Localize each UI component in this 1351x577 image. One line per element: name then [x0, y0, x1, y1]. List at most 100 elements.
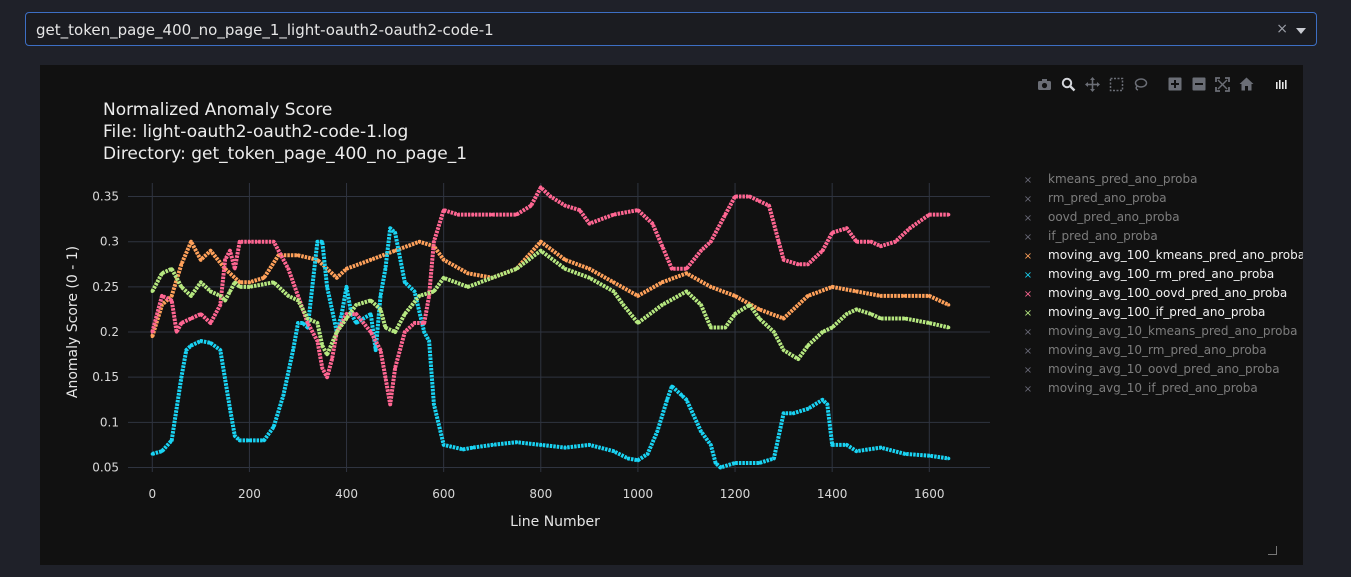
anomaly-score-chart[interactable]: 0 200 400 600 800 1000 1200 1400 1600 0.05 0.1 0.15…: [40, 65, 1305, 565]
data-point[interactable]: [578, 208, 582, 212]
data-point[interactable]: [189, 316, 193, 321]
legend-item-kmeans_pred_ano_proba[interactable]: kmeans_pred_ano_proba: [1048, 172, 1197, 186]
data-point[interactable]: [432, 402, 436, 406]
data-point[interactable]: [223, 258, 227, 262]
data-point[interactable]: [680, 393, 684, 397]
data-point[interactable]: [388, 226, 392, 230]
data-point[interactable]: [869, 312, 873, 316]
data-point[interactable]: [233, 434, 237, 438]
data-point[interactable]: [563, 267, 567, 271]
data-point[interactable]: [442, 276, 446, 280]
data-point[interactable]: [286, 294, 290, 298]
data-point[interactable]: [806, 294, 810, 298]
data-point[interactable]: [723, 213, 727, 217]
legend-item-if_pred_ano_proba[interactable]: if_pred_ano_proba: [1048, 229, 1158, 243]
legend-item-oovd_pred_ano_proba[interactable]: oovd_pred_ano_proba: [1048, 210, 1180, 224]
data-point[interactable]: [748, 194, 752, 199]
data-point[interactable]: [315, 240, 319, 244]
data-point[interactable]: [170, 267, 174, 271]
data-point[interactable]: [830, 231, 834, 235]
legend-item-moving_avg_100_rm_pred_ano_proba[interactable]: moving_avg_100_rm_pred_ano_proba: [1048, 267, 1274, 281]
data-point[interactable]: [879, 446, 883, 450]
data-point[interactable]: [247, 438, 252, 442]
legend-item-moving_avg_10_if_pred_ano_proba[interactable]: moving_avg_10_if_pred_ano_proba: [1048, 381, 1258, 395]
data-point[interactable]: [208, 341, 213, 345]
data-point[interactable]: [442, 258, 446, 262]
data-point[interactable]: [757, 307, 761, 312]
data-point[interactable]: [927, 213, 931, 217]
data-point[interactable]: [199, 339, 203, 343]
data-point[interactable]: [612, 213, 616, 217]
data-point[interactable]: [660, 280, 664, 284]
data-point[interactable]: [655, 429, 659, 433]
data-point[interactable]: [281, 393, 286, 397]
data-point[interactable]: [748, 303, 752, 307]
data-point[interactable]: [767, 203, 771, 208]
data-point[interactable]: [422, 321, 426, 325]
data-point[interactable]: [772, 456, 776, 461]
data-point[interactable]: [393, 249, 397, 253]
data-point[interactable]: [208, 249, 213, 253]
data-point[interactable]: [174, 330, 179, 334]
data-point[interactable]: [179, 375, 184, 379]
data-point[interactable]: [869, 240, 873, 244]
data-point[interactable]: [927, 294, 931, 298]
data-point[interactable]: [757, 199, 761, 203]
data-point[interactable]: [947, 303, 951, 307]
data-point[interactable]: [665, 398, 669, 402]
data-point[interactable]: [233, 280, 237, 284]
data-point[interactable]: [184, 348, 188, 352]
data-point[interactable]: [272, 280, 276, 284]
data-point[interactable]: [189, 294, 193, 298]
data-point[interactable]: [189, 343, 193, 348]
data-point[interactable]: [782, 258, 786, 262]
data-point[interactable]: [587, 222, 591, 226]
data-point[interactable]: [179, 262, 184, 266]
data-point[interactable]: [272, 425, 276, 429]
data-point[interactable]: [699, 429, 703, 433]
data-point[interactable]: [636, 208, 640, 212]
data-point[interactable]: [636, 294, 640, 298]
data-point[interactable]: [927, 321, 931, 325]
data-point[interactable]: [471, 213, 475, 217]
data-point[interactable]: [233, 267, 237, 271]
data-point[interactable]: [330, 357, 334, 361]
data-point[interactable]: [199, 312, 203, 316]
data-point[interactable]: [820, 249, 825, 253]
data-point[interactable]: [903, 294, 907, 298]
data-point[interactable]: [412, 289, 417, 293]
data-point[interactable]: [699, 303, 703, 307]
data-point[interactable]: [709, 443, 713, 447]
data-point[interactable]: [733, 294, 737, 298]
data-point[interactable]: [806, 407, 810, 411]
data-point[interactable]: [170, 298, 174, 303]
data-point[interactable]: [179, 285, 184, 289]
data-point[interactable]: [383, 267, 387, 271]
data-point[interactable]: [344, 285, 349, 289]
data-point[interactable]: [403, 280, 407, 284]
data-point[interactable]: [777, 240, 781, 244]
data-point[interactable]: [247, 285, 252, 289]
data-point[interactable]: [791, 411, 795, 415]
data-point[interactable]: [238, 240, 242, 244]
data-point[interactable]: [388, 402, 392, 406]
data-point[interactable]: [344, 316, 349, 321]
camera-icon[interactable]: [1036, 76, 1053, 93]
data-point[interactable]: [854, 240, 859, 244]
data-point[interactable]: [296, 294, 300, 298]
data-point[interactable]: [733, 312, 737, 316]
legend-item-moving_avg_100_oovd_pred_ano_proba[interactable]: moving_avg_100_oovd_pred_ano_proba: [1048, 286, 1287, 300]
data-point[interactable]: [432, 289, 436, 293]
data-point[interactable]: [660, 244, 664, 248]
data-point[interactable]: [228, 289, 232, 293]
data-point[interactable]: [830, 325, 834, 330]
data-point[interactable]: [757, 461, 761, 465]
data-point[interactable]: [806, 262, 810, 266]
data-point[interactable]: [626, 456, 630, 461]
data-point[interactable]: [427, 339, 431, 343]
data-point[interactable]: [247, 240, 252, 244]
data-point[interactable]: [325, 352, 329, 357]
data-point[interactable]: [539, 240, 543, 244]
data-point[interactable]: [301, 321, 305, 325]
data-point[interactable]: [344, 267, 349, 271]
